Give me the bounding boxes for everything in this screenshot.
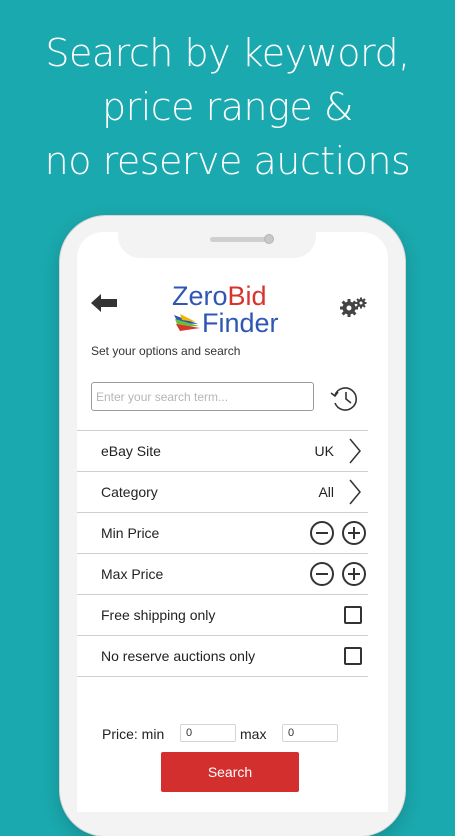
history-clock-icon[interactable] [329,384,361,414]
option-value: UK [314,443,334,459]
promo-headline: Search by keyword, price range & no rese… [0,26,455,188]
option-label: Category [101,484,158,500]
price-max-input[interactable] [282,724,338,742]
option-label: No reserve auctions only [101,648,256,664]
option-label: Free shipping only [101,607,216,623]
promo-line-1: Search by keyword, [45,31,410,75]
chevron-right-icon[interactable] [348,478,362,506]
free-shipping-checkbox[interactable] [344,606,362,624]
price-min-input[interactable] [180,724,236,742]
app-screen: ZeroBid Finder Set your options and sear… [77,232,388,812]
logo-zero-text: Zero [172,281,228,311]
search-button[interactable]: Search [161,752,299,792]
option-free-shipping: Free shipping only [77,595,368,636]
option-value: All [318,484,334,500]
subtitle: Set your options and search [91,344,241,358]
price-max-label: max [240,726,267,742]
price-min-label: Price: min [102,726,165,742]
option-category[interactable]: Category All [77,472,368,513]
option-label: eBay Site [101,443,161,459]
back-arrow-icon[interactable] [89,292,119,314]
option-ebay-site[interactable]: eBay Site UK [77,430,368,472]
logo-finder-text: Finder [202,308,279,338]
phone-camera [264,234,274,244]
search-input[interactable] [91,382,314,411]
promo-line-2: price range & [101,85,354,129]
plus-icon[interactable] [342,521,366,545]
option-no-reserve: No reserve auctions only [77,636,368,677]
options-list: eBay Site UK Category All Min Price Max … [77,430,368,677]
gear-icon[interactable] [339,296,369,318]
option-max-price: Max Price [77,554,368,595]
option-min-price: Min Price [77,513,368,554]
minus-icon[interactable] [310,521,334,545]
logo-bid-text: Bid [227,281,267,311]
phone-speaker [210,237,266,242]
logo-wing-icon [174,314,200,331]
promo-line-3: no reserve auctions [44,139,411,183]
option-label: Min Price [101,525,160,541]
option-label: Max Price [101,566,164,582]
chevron-right-icon[interactable] [348,437,362,465]
app-logo: ZeroBid Finder [172,281,302,337]
plus-icon[interactable] [342,562,366,586]
no-reserve-checkbox[interactable] [344,647,362,665]
minus-icon[interactable] [310,562,334,586]
